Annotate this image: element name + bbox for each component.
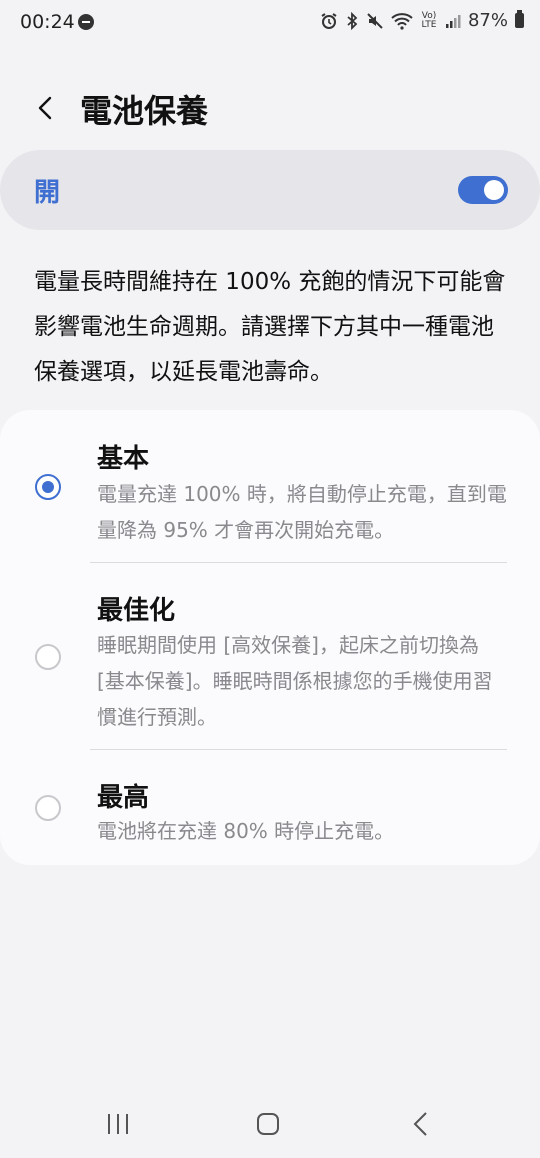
switch-knob [484, 180, 504, 200]
nav-back-icon [413, 1112, 427, 1136]
home-icon [257, 1113, 279, 1135]
recent-apps-icon [108, 1114, 128, 1134]
page-title: 電池保養 [80, 92, 209, 130]
radio-optimized[interactable] [35, 644, 61, 670]
option-optimized[interactable]: 最佳化 睡眠期間使用 [高效保養]，起床之前切換為 [基本保養]。睡眠時間係根據… [0, 563, 540, 749]
signal-icon [445, 14, 461, 28]
description-text: 電量長時間維持在 100% 充飽的情況下可能會影響電池生命週期。請選擇下方其中一… [34, 269, 506, 385]
alarm-icon [321, 12, 337, 29]
recent-apps-button[interactable] [98, 1108, 138, 1140]
back-button[interactable] [26, 88, 66, 128]
status-time: 00:24 [20, 11, 75, 33]
volte-lte-icon: Vo) LTE [421, 10, 437, 30]
option-description: 睡眠期間使用 [高效保養]，起床之前切換為 [基本保養]。睡眠時間係根據您的手機… [97, 633, 493, 729]
battery-protection-switch[interactable] [458, 176, 508, 204]
option-description: 電量充達 100% 時，將自動停止充電，直到電量降為 95% 才會再次開始充電。 [97, 482, 507, 542]
radio-maximum[interactable] [35, 795, 61, 821]
battery-percent: 87% [467, 10, 508, 31]
option-title: 最佳化 [97, 596, 176, 626]
option-description: 電池將在充達 80% 時停止充電。 [97, 819, 395, 843]
status-bar: 00:24 Vo) LTE 87% [0, 0, 540, 48]
option-maximum[interactable]: 最高 電池將在充達 80% 時停止充電。 [0, 750, 540, 865]
option-title: 基本 [97, 444, 150, 474]
options-card: 基本 電量充達 100% 時，將自動停止充電，直到電量降為 95% 才會再次開始… [0, 410, 540, 865]
navigation-bar [0, 1098, 540, 1150]
toggle-label: 開 [34, 178, 61, 208]
radio-basic[interactable] [35, 474, 61, 500]
mute-icon [367, 12, 383, 29]
nav-back-button[interactable] [400, 1108, 440, 1140]
option-basic[interactable]: 基本 電量充達 100% 時，將自動停止充電，直到電量降為 95% 才會再次開始… [0, 410, 540, 562]
home-button[interactable] [248, 1108, 288, 1140]
page-header: 電池保養 [0, 80, 540, 136]
status-icons: Vo) LTE 87% [320, 10, 524, 31]
do-not-disturb-icon [78, 14, 94, 30]
bluetooth-icon [347, 11, 358, 30]
battery-icon [515, 10, 524, 28]
option-title: 最高 [97, 783, 150, 813]
chevron-left-icon [38, 96, 52, 120]
wifi-icon [391, 12, 413, 30]
